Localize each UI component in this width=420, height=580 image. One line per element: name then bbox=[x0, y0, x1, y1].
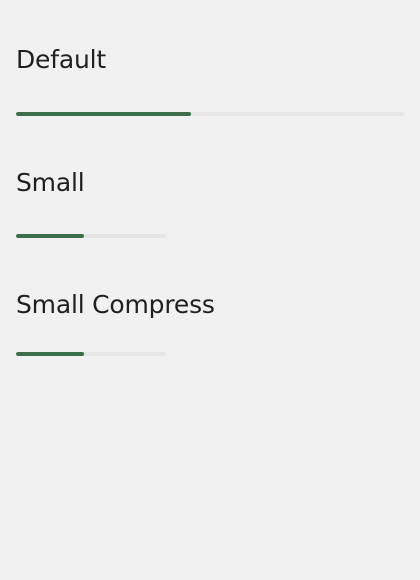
progress-section-small: Small bbox=[16, 168, 85, 197]
progress-bar-default bbox=[16, 112, 404, 116]
progress-label: Small Compress bbox=[16, 290, 215, 319]
progress-bar-small-compress bbox=[16, 352, 166, 356]
progress-bar-small bbox=[16, 234, 166, 238]
progress-section-small-compress: Small Compress bbox=[16, 292, 215, 317]
progress-label: Small bbox=[16, 168, 85, 197]
progress-bar-fill bbox=[16, 234, 84, 238]
progress-section-default: Default bbox=[16, 47, 106, 72]
progress-bar-fill bbox=[16, 352, 84, 356]
progress-bar-fill bbox=[16, 112, 191, 116]
progress-label: Default bbox=[16, 45, 106, 74]
